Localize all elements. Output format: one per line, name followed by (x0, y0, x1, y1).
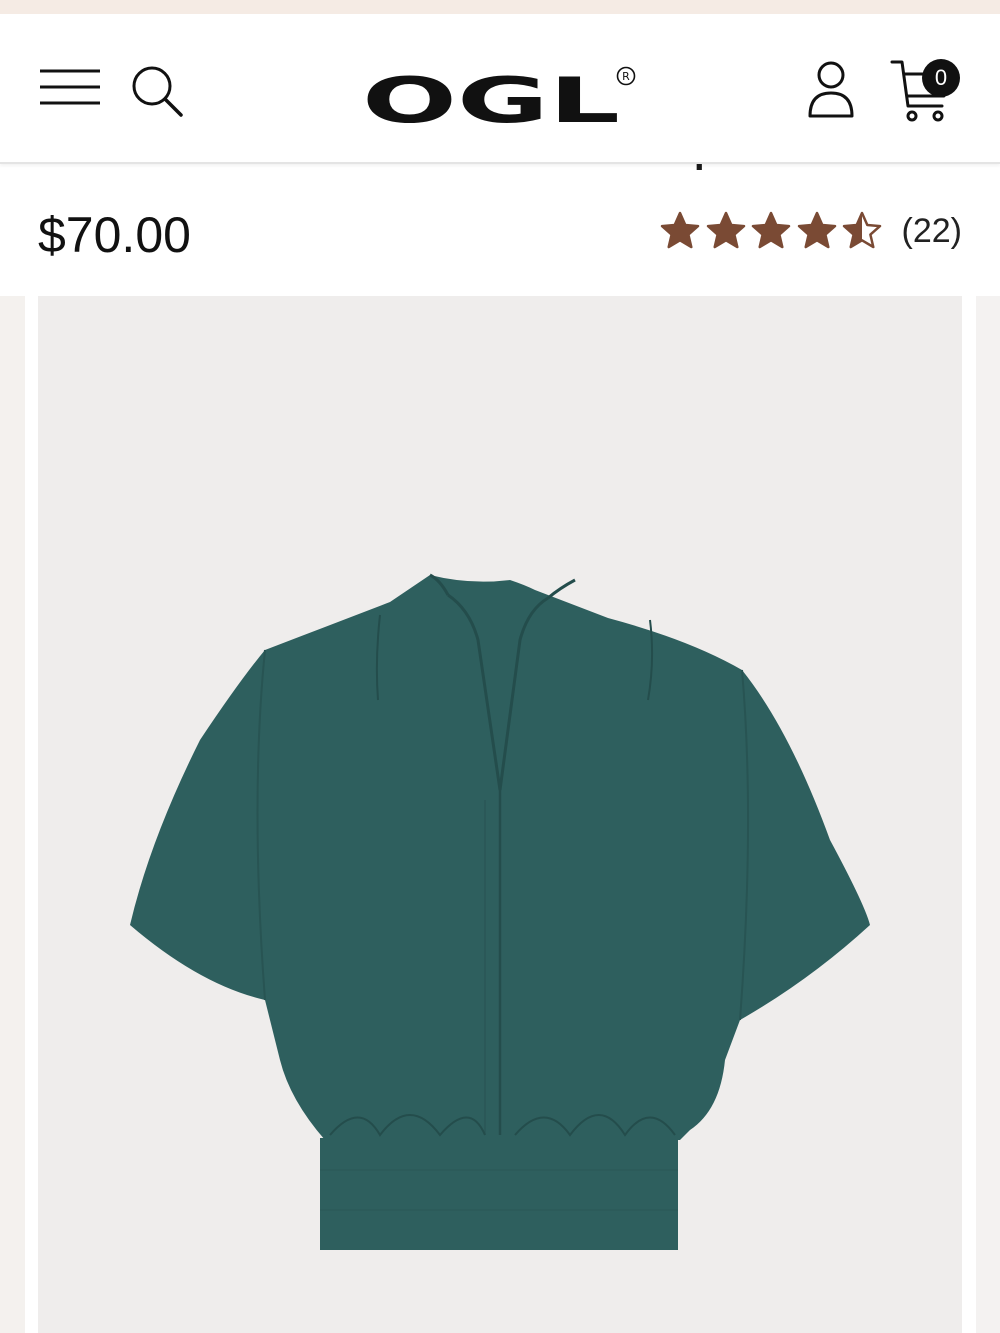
review-count: (22) (901, 211, 962, 250)
previous-image-peek[interactable] (0, 296, 25, 1333)
ogl-logo: OGL R (362, 64, 636, 137)
cart-count-badge: 0 (922, 59, 960, 97)
star-half-icon (842, 211, 882, 249)
product-gallery[interactable] (0, 296, 1000, 1333)
star-full-icon (660, 211, 700, 249)
site-logo[interactable]: OGL R (362, 64, 638, 137)
product-image[interactable] (38, 296, 962, 1333)
account-button[interactable] (806, 58, 856, 118)
logo-text: OGL (362, 66, 620, 130)
star-full-icon (706, 211, 745, 249)
next-image-peek[interactable] (976, 296, 1000, 1333)
user-account-icon (808, 61, 854, 118)
promo-strip (0, 0, 1000, 14)
svg-text:R: R (622, 70, 630, 83)
hamburger-menu-icon (40, 69, 100, 105)
teal-top-image (130, 573, 870, 1250)
star-full-icon (751, 211, 791, 249)
rating-stars (660, 211, 888, 251)
product-price: $70.00 (38, 207, 191, 263)
menu-button[interactable] (40, 68, 100, 108)
search-button[interactable] (130, 64, 184, 118)
site-header: OGL R 0 (0, 14, 1000, 164)
search-icon (132, 66, 183, 117)
product-rating[interactable]: (22) (660, 208, 962, 254)
star-full-icon (797, 211, 836, 249)
